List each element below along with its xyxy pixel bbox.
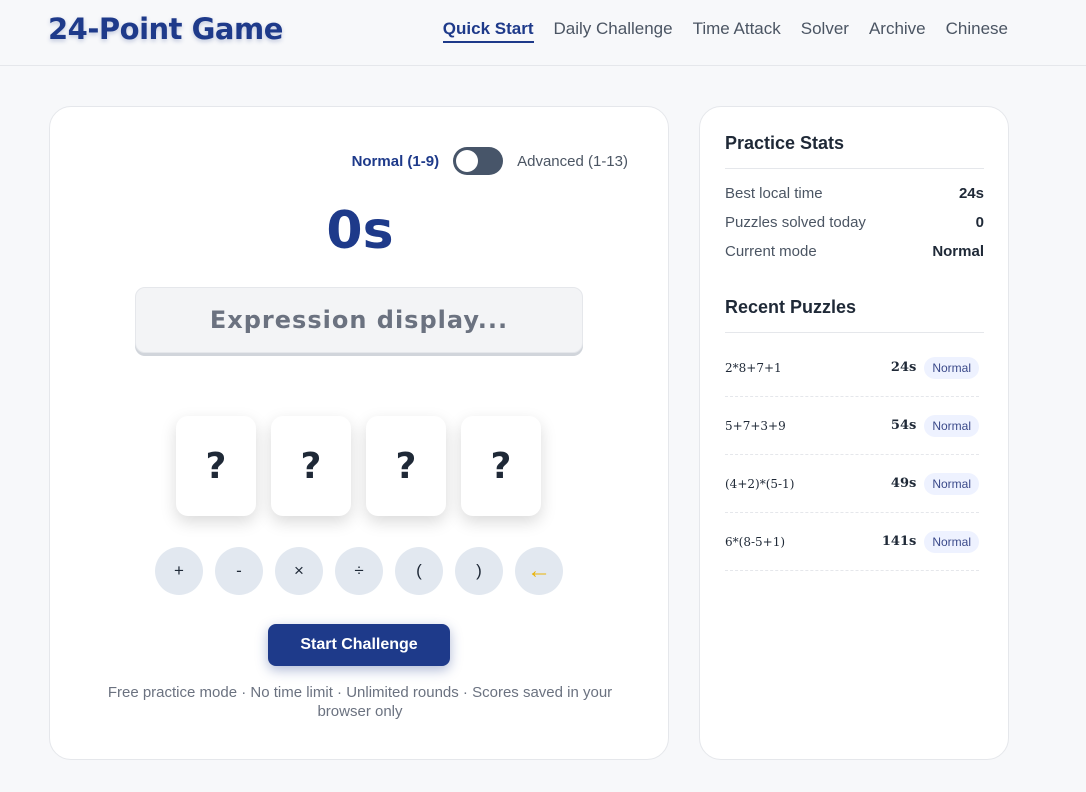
stat-value: 0 bbox=[975, 214, 984, 231]
stats-divider bbox=[725, 168, 984, 169]
mode-badge: Normal bbox=[924, 414, 979, 437]
nav-chinese[interactable]: Chinese bbox=[946, 19, 1008, 43]
recent-time: 24s bbox=[890, 360, 917, 375]
minus-button[interactable]: - bbox=[215, 547, 263, 595]
stats-card: Practice Stats Best local time 24s Puzzl… bbox=[699, 106, 1009, 760]
recent-expression: 5+7+3+9 bbox=[725, 418, 786, 433]
mode-advanced-label[interactable]: Advanced (1-13) bbox=[517, 153, 628, 170]
toggle-knob bbox=[456, 150, 479, 172]
mode-switch-row: Normal (1-9) Advanced (1-13) bbox=[352, 147, 628, 175]
close-paren-button[interactable]: ) bbox=[455, 547, 503, 595]
stat-best-time: Best local time 24s bbox=[725, 185, 984, 202]
recent-title: Recent Puzzles bbox=[725, 297, 857, 317]
number-card-1[interactable]: ? bbox=[176, 416, 256, 516]
stat-value: Normal bbox=[932, 243, 984, 260]
divide-button[interactable]: ÷ bbox=[335, 547, 383, 595]
recent-time: 54s bbox=[890, 418, 917, 433]
operator-buttons: + - × ÷ ( ) ← bbox=[155, 547, 563, 595]
site-logo[interactable]: 24-Point Game bbox=[48, 12, 283, 46]
recent-expression: (4+2)*(5-1) bbox=[725, 476, 795, 491]
game-card: Normal (1-9) Advanced (1-13) 0s Expressi… bbox=[49, 106, 669, 760]
multiply-button[interactable]: × bbox=[275, 547, 323, 595]
nav-time-attack[interactable]: Time Attack bbox=[693, 19, 781, 43]
stats-title: Practice Stats bbox=[725, 133, 845, 153]
backspace-button[interactable]: ← bbox=[515, 547, 563, 595]
recent-item[interactable]: 6*(8-5+1) 141s Normal bbox=[725, 513, 979, 571]
timer-display: 0s bbox=[326, 201, 394, 261]
recent-expression: 6*(8-5+1) bbox=[725, 534, 786, 549]
mode-badge: Normal bbox=[924, 472, 979, 495]
recent-divider bbox=[725, 332, 984, 333]
stat-value: 24s bbox=[958, 185, 984, 202]
recent-item[interactable]: 5+7+3+9 54s Normal bbox=[725, 397, 979, 455]
recent-expression: 2*8+7+1 bbox=[725, 360, 782, 375]
mode-normal-label[interactable]: Normal (1-9) bbox=[352, 153, 440, 170]
open-paren-button[interactable]: ( bbox=[395, 547, 443, 595]
expression-display: Expression display... bbox=[135, 287, 583, 353]
main-nav: Quick Start Daily Challenge Time Attack … bbox=[442, 19, 1008, 43]
stat-solved-today: Puzzles solved today 0 bbox=[725, 214, 984, 231]
nav-quick-start[interactable]: Quick Start bbox=[442, 19, 534, 43]
site-header: 24-Point Game Quick Start Daily Challeng… bbox=[0, 0, 1086, 66]
number-card-4[interactable]: ? bbox=[461, 416, 541, 516]
mode-footnote: Free practice mode · No time limit · Unl… bbox=[107, 684, 613, 720]
recent-time: 49s bbox=[890, 476, 917, 491]
stat-label: Current mode bbox=[725, 243, 817, 260]
number-cards: ? ? ? ? bbox=[176, 416, 541, 516]
nav-archive[interactable]: Archive bbox=[869, 19, 926, 43]
recent-item[interactable]: 2*8+7+1 24s Normal bbox=[725, 339, 979, 397]
stat-label: Puzzles solved today bbox=[725, 214, 866, 231]
nav-daily-challenge[interactable]: Daily Challenge bbox=[554, 19, 673, 43]
recent-item[interactable]: (4+2)*(5-1) 49s Normal bbox=[725, 455, 979, 513]
recent-time: 141s bbox=[881, 534, 917, 549]
plus-button[interactable]: + bbox=[155, 547, 203, 595]
number-card-2[interactable]: ? bbox=[271, 416, 351, 516]
mode-badge: Normal bbox=[924, 356, 979, 379]
stat-label: Best local time bbox=[725, 185, 823, 202]
mode-badge: Normal bbox=[924, 530, 979, 553]
number-card-3[interactable]: ? bbox=[366, 416, 446, 516]
start-challenge-button[interactable]: Start Challenge bbox=[268, 624, 450, 666]
mode-toggle[interactable] bbox=[453, 147, 504, 175]
nav-solver[interactable]: Solver bbox=[801, 19, 849, 43]
stat-current-mode: Current mode Normal bbox=[725, 243, 984, 260]
